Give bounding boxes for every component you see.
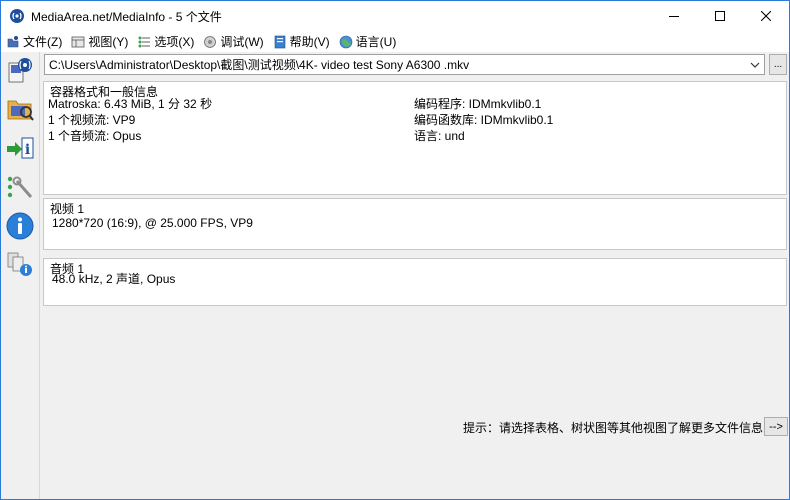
menu-debug-label: 调试(W) — [220, 35, 264, 49]
general-audio-count: 1 个音频流: Opus — [48, 129, 142, 143]
maximize-icon — [715, 11, 725, 21]
chevron-down-icon[interactable] — [746, 55, 764, 74]
view-icon — [71, 35, 85, 49]
preferences-tool[interactable] — [4, 172, 36, 204]
menu-file-label: 文件(Z) — [23, 35, 63, 49]
open-file-tool[interactable] — [4, 54, 36, 86]
menu-options-label: 选项(X) — [154, 35, 195, 49]
next-view-button[interactable]: --> — [764, 417, 788, 436]
menu-options[interactable]: 选项(X) — [135, 31, 199, 52]
general-encoder: 编码程序: IDMmkvlib0.1 — [414, 97, 542, 111]
browse-button[interactable]: ... — [769, 54, 787, 75]
main-area: C:\Users\Administrator\Desktop\截图\测试视频\4… — [41, 52, 789, 499]
menu-language[interactable]: 语言(U) — [337, 31, 402, 52]
general-video-count: 1 个视频流: VP9 — [48, 113, 136, 127]
about-tool[interactable] — [4, 210, 36, 242]
minimize-icon — [669, 16, 679, 17]
export-icon: i — [7, 137, 34, 159]
help-icon — [273, 35, 287, 49]
file-path: C:\Users\Administrator\Desktop\截图\测试视频\4… — [49, 58, 470, 72]
menu-view[interactable]: 视图(Y) — [69, 31, 133, 52]
mediainfo-window: MediaArea.net/MediaInfo - 5 个文件 文件(Z) 视图… — [0, 0, 790, 500]
open-folder-tool[interactable] — [4, 92, 36, 124]
title-bar: MediaArea.net/MediaInfo - 5 个文件 — [1, 1, 789, 31]
window-title: MediaArea.net/MediaInfo - 5 个文件 — [31, 9, 222, 24]
general-language: 语言: und — [414, 129, 465, 143]
open-folder-icon — [7, 100, 34, 121]
mediainfo-logo-icon — [9, 8, 25, 24]
menu-bar: 文件(Z) 视图(Y) 选项(X) 调试(W) 帮助(V) 语言(U) — [1, 31, 789, 52]
menu-language-label: 语言(U) — [355, 35, 397, 49]
file-icon — [6, 35, 20, 49]
file-selector[interactable]: C:\Users\Administrator\Desktop\截图\测试视频\4… — [44, 54, 765, 75]
export-tool[interactable]: i — [4, 132, 36, 164]
menu-view-label: 视图(Y) — [88, 35, 129, 49]
maximize-button[interactable] — [697, 1, 743, 31]
menu-help[interactable]: 帮助(V) — [271, 31, 335, 52]
knowledge-tool[interactable] — [4, 248, 36, 280]
audio-panel: 音频 1 48.0 kHz, 2 声道, Opus — [43, 258, 787, 306]
general-container-line: Matroska: 6.43 MiB, 1 分 32 秒 — [48, 97, 213, 111]
menu-help-label: 帮助(V) — [289, 35, 330, 49]
view-hint-text: 提示：请选择表格、树状图等其他视图了解更多文件信息 — [462, 421, 763, 435]
menu-file[interactable]: 文件(Z) — [4, 31, 67, 52]
video-panel: 视频 1 1280*720 (16:9), @ 25.000 FPS, VP9 — [43, 198, 787, 250]
general-encoder-library: 编码函数库: IDMmkvlib0.1 — [414, 113, 554, 127]
audio-info-line: 48.0 kHz, 2 声道, Opus — [52, 272, 176, 286]
options-icon — [137, 35, 151, 49]
preferences-icon — [7, 176, 33, 198]
minimize-button[interactable] — [651, 1, 697, 31]
debug-icon — [203, 35, 217, 49]
menu-debug[interactable]: 调试(W) — [201, 31, 268, 52]
knowledge-icon — [7, 252, 32, 276]
svg-text:i: i — [25, 142, 30, 158]
general-info-panel: 容器格式和一般信息 Matroska: 6.43 MiB, 1 分 32 秒 1… — [43, 81, 787, 195]
close-icon — [761, 11, 771, 21]
info-icon — [6, 212, 34, 240]
language-icon — [339, 35, 353, 49]
close-button[interactable] — [743, 1, 789, 31]
open-file-icon — [8, 58, 32, 83]
video-info-line: 1280*720 (16:9), @ 25.000 FPS, VP9 — [52, 216, 253, 230]
left-toolbar: i — [1, 52, 40, 499]
video-panel-title: 视频 1 — [49, 200, 86, 217]
